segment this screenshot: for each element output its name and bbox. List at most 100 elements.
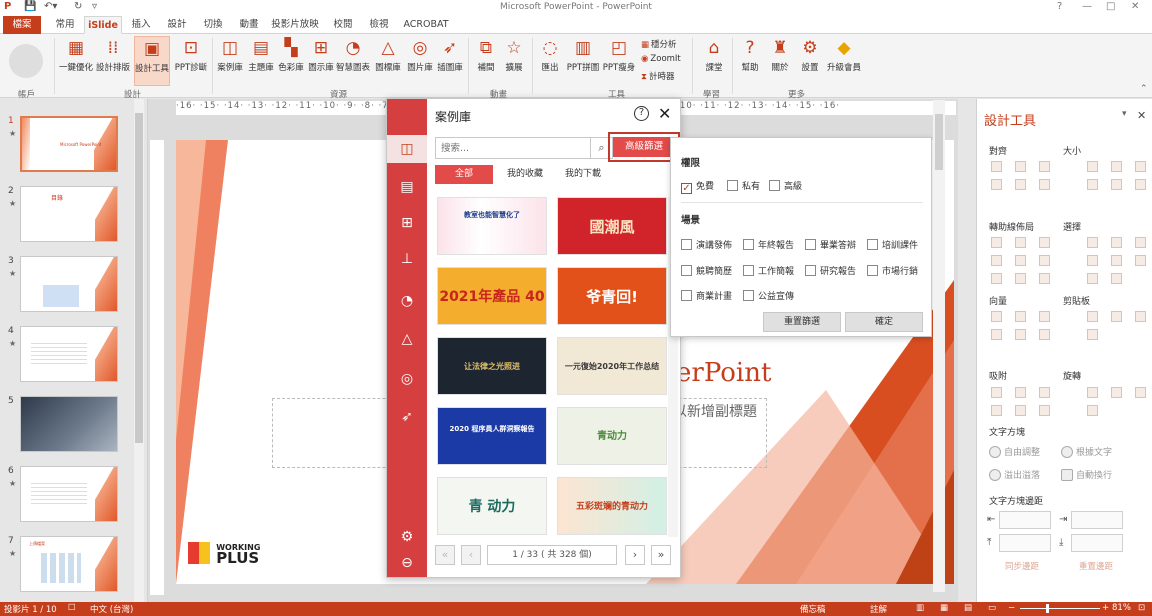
notes-button[interactable]: 備忘稿 bbox=[800, 603, 826, 615]
perm-private-checkbox[interactable]: 私有 bbox=[727, 179, 760, 192]
case-card[interactable]: 教室也能智慧化了 bbox=[437, 197, 547, 255]
tool-icon[interactable] bbox=[1015, 273, 1026, 284]
confirm-filter-button[interactable]: 確定 bbox=[845, 312, 923, 332]
tool-icon[interactable] bbox=[991, 273, 1002, 284]
slide-thumbnail[interactable] bbox=[20, 326, 118, 382]
last-page-button[interactable]: » bbox=[651, 545, 671, 565]
smart-chart-button[interactable]: ◔ 智慧圖表 bbox=[335, 36, 371, 86]
tool-icon[interactable] bbox=[1015, 237, 1026, 248]
tool-icon[interactable] bbox=[1015, 387, 1026, 398]
case-library-icon[interactable]: ◫ bbox=[387, 135, 427, 163]
scroll-thumb[interactable] bbox=[135, 113, 143, 443]
tool-icon[interactable] bbox=[1111, 311, 1122, 322]
tool-icon[interactable] bbox=[1087, 329, 1098, 340]
slide-thumbnail[interactable]: 目錄 bbox=[20, 186, 118, 242]
design-tools-button[interactable]: ▣ 設計工具 bbox=[134, 36, 170, 86]
margin-top-input[interactable] bbox=[999, 534, 1051, 552]
case-card[interactable]: 让法律之光照进 bbox=[437, 337, 547, 395]
tab-favorites[interactable]: 我的收藏 bbox=[497, 165, 553, 184]
theme-library-icon[interactable]: ▤ bbox=[397, 177, 417, 197]
scene-checkbox[interactable]: 公益宣傳 bbox=[743, 289, 794, 302]
tool-icon[interactable] bbox=[1087, 255, 1098, 266]
illustration-library-button[interactable]: ➶ 插圖庫 bbox=[432, 36, 468, 86]
margin-right-input[interactable] bbox=[1071, 511, 1123, 529]
tab-file[interactable]: 檔案 bbox=[3, 16, 41, 34]
zoom-level[interactable]: 81% bbox=[1112, 603, 1131, 613]
dialog-help-icon[interactable]: ? bbox=[634, 106, 649, 121]
scene-checkbox[interactable]: 演講發佈 bbox=[681, 238, 732, 251]
tool-icon[interactable] bbox=[991, 179, 1002, 190]
layout-button[interactable]: ⁞⁞ 設計排版 bbox=[95, 36, 131, 86]
tool-icon[interactable] bbox=[991, 161, 1002, 172]
tool-icon[interactable] bbox=[1015, 255, 1026, 266]
perm-free-checkbox[interactable]: ✓ 免費 bbox=[681, 179, 714, 194]
case-card[interactable]: 青动力 bbox=[557, 407, 667, 465]
diagnose-button[interactable]: ⊡ PPT診斷 bbox=[173, 36, 209, 86]
avatar[interactable] bbox=[9, 44, 43, 78]
first-page-button[interactable]: « bbox=[435, 545, 455, 565]
tool-icon[interactable] bbox=[1111, 161, 1122, 172]
timer-button[interactable]: ⧗ 計時器 bbox=[641, 70, 674, 82]
restore-button[interactable]: □ bbox=[1106, 1, 1115, 12]
case-card[interactable]: 五彩斑斓的青动力 bbox=[557, 477, 667, 535]
smart-chart-icon[interactable]: ◔ bbox=[397, 291, 417, 311]
slide-thumbnail[interactable]: 上傳檔案 bbox=[20, 536, 118, 592]
scene-checkbox[interactable]: 市場行銷 bbox=[867, 264, 918, 277]
normal-view-icon[interactable]: ▥ bbox=[916, 603, 924, 613]
slide-thumbnail[interactable] bbox=[20, 396, 118, 452]
perm-premium-checkbox[interactable]: 高級 bbox=[769, 179, 802, 192]
diagram-library-button[interactable]: ⊞ 圖示庫 bbox=[303, 36, 339, 86]
tool-icon[interactable] bbox=[1039, 237, 1050, 248]
thumbnail-scrollbar[interactable] bbox=[134, 99, 144, 602]
tool-icon[interactable] bbox=[1135, 311, 1146, 322]
icon-library-icon[interactable]: △ bbox=[397, 329, 417, 349]
tool-icon[interactable] bbox=[1039, 329, 1050, 340]
zoom-in-button[interactable]: + bbox=[1102, 603, 1109, 613]
scene-checkbox[interactable]: 年終報告 bbox=[743, 238, 794, 251]
case-card[interactable]: 2020 程序員人群洞察報告 bbox=[437, 407, 547, 465]
overflow-radio[interactable]: 溢出溢落 bbox=[989, 468, 1040, 481]
settings-icon[interactable]: ⚙ bbox=[397, 527, 417, 547]
tool-icon[interactable] bbox=[1015, 179, 1026, 190]
tool-icon[interactable] bbox=[1087, 405, 1098, 416]
puzzle-button[interactable]: ▥ PPT拼圖 bbox=[565, 36, 601, 86]
fit-text-radio[interactable]: 根據文字 bbox=[1061, 445, 1112, 458]
sync-margin-link[interactable]: 同步邊距 bbox=[1005, 560, 1039, 572]
reset-margin-link[interactable]: 重置邊距 bbox=[1079, 560, 1113, 572]
fit-slide-icon[interactable]: ⊡ bbox=[1138, 603, 1145, 613]
tool-icon[interactable] bbox=[1039, 161, 1050, 172]
tab-downloads[interactable]: 我的下載 bbox=[555, 165, 611, 184]
zoomit-button[interactable]: ◉ ZoomIt bbox=[641, 54, 681, 64]
slide-thumbnail[interactable] bbox=[20, 256, 118, 312]
slim-button[interactable]: ◰ PPT瘦身 bbox=[601, 36, 637, 86]
tab-design[interactable]: 設計 bbox=[160, 16, 194, 34]
slide-title[interactable]: erPoint bbox=[676, 358, 771, 388]
tool-icon[interactable] bbox=[991, 387, 1002, 398]
tool-icon[interactable] bbox=[1087, 311, 1098, 322]
reset-filter-button[interactable]: 重置篩選 bbox=[763, 312, 841, 332]
optimize-button[interactable]: ▦ 一鍵優化 bbox=[58, 36, 94, 86]
sorter-view-icon[interactable]: ▦ bbox=[940, 603, 948, 613]
tool-icon[interactable] bbox=[1039, 255, 1050, 266]
tool-icon[interactable] bbox=[1087, 273, 1098, 284]
settings-button[interactable]: ⚙ 設置 bbox=[792, 36, 828, 86]
search-input[interactable] bbox=[435, 137, 591, 159]
org-chart-icon[interactable]: ⊥ bbox=[397, 249, 417, 269]
zoom-out-button[interactable]: − bbox=[1008, 603, 1015, 613]
tool-icon[interactable] bbox=[1135, 179, 1146, 190]
margin-left-input[interactable] bbox=[999, 511, 1051, 529]
tab-animations[interactable]: 動畫 bbox=[232, 16, 266, 34]
slide-thumbnail[interactable]: Microsoft PowerPoint bbox=[20, 116, 118, 172]
slide-thumbnail[interactable] bbox=[20, 466, 118, 522]
tool-icon[interactable] bbox=[1039, 387, 1050, 398]
tab-review[interactable]: 校閱 bbox=[326, 16, 360, 34]
tool-icon[interactable] bbox=[1111, 387, 1122, 398]
tool-icon[interactable] bbox=[991, 405, 1002, 416]
classroom-button[interactable]: ⌂ 課堂 bbox=[696, 36, 732, 86]
tab-transitions[interactable]: 切換 bbox=[196, 16, 230, 34]
tab-slideshow[interactable]: 投影片放映 bbox=[268, 16, 322, 34]
tool-icon[interactable] bbox=[1111, 237, 1122, 248]
autofit-radio[interactable]: 自由調整 bbox=[989, 445, 1040, 458]
help-button[interactable]: ? bbox=[1057, 1, 1062, 12]
close-button[interactable]: ✕ bbox=[1131, 1, 1139, 12]
